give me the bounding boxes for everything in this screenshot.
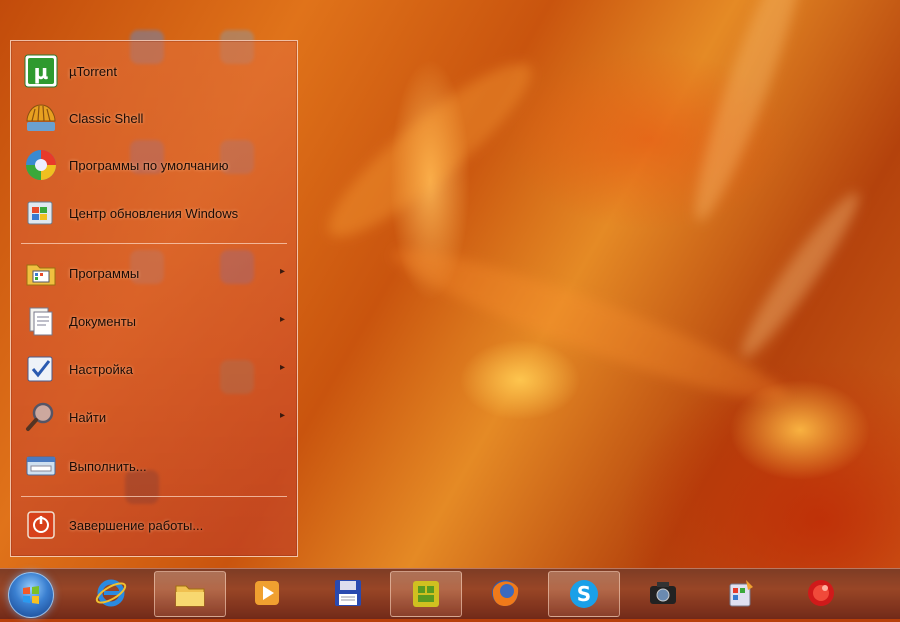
- menu-item-label: Программы: [69, 265, 140, 281]
- menu-item-label: Завершение работы...: [69, 517, 204, 533]
- start-menu: µ µTorrent Classic Shell Программы по ум…: [10, 40, 298, 557]
- menu-item-shutdown[interactable]: Завершение работы...: [13, 503, 295, 547]
- windows-orb-icon: [23, 586, 39, 604]
- red-app-icon: [808, 580, 834, 606]
- menu-separator: [21, 496, 287, 497]
- taskbar: S: [0, 568, 900, 619]
- taskbar-button-red-app[interactable]: [786, 571, 856, 615]
- taskbar-button-firefox[interactable]: [470, 571, 540, 615]
- taskbar-button-internet-explorer[interactable]: [76, 571, 146, 615]
- utorrent-icon: µ: [23, 53, 59, 89]
- menu-separator: [21, 243, 287, 244]
- menu-item-label: Центр обновления Windows: [69, 205, 239, 221]
- menu-item-classic-shell[interactable]: Classic Shell: [13, 96, 295, 140]
- taskbar-button-yellow-app[interactable]: [390, 571, 462, 617]
- programs-folder-icon: [23, 255, 59, 291]
- submenu-arrow-icon: ▸: [279, 410, 285, 421]
- menu-item-run[interactable]: Выполнить...: [13, 444, 295, 488]
- search-magnifier-icon: [23, 399, 59, 435]
- floppy-disk-icon: [335, 580, 361, 606]
- camera-icon: [650, 582, 676, 604]
- paint-icon: [729, 580, 753, 607]
- menu-item-settings[interactable]: Настройка ▸: [13, 347, 295, 391]
- firefox-icon: [492, 580, 519, 606]
- menu-item-label: Программы по умолчанию: [69, 157, 229, 173]
- submenu-arrow-icon: ▸: [279, 362, 285, 373]
- taskbar-button-paint-app[interactable]: [706, 571, 776, 615]
- taskbar-button-media-player[interactable]: [232, 571, 302, 615]
- yellow-app-icon: [413, 581, 439, 607]
- menu-item-windows-update[interactable]: Центр обновления Windows: [13, 191, 295, 235]
- internet-explorer-icon: [95, 579, 127, 607]
- menu-item-label: Выполнить...: [69, 458, 147, 474]
- menu-item-utorrent[interactable]: µ µTorrent: [13, 49, 295, 93]
- menu-item-programs[interactable]: Программы ▸: [13, 251, 295, 295]
- menu-item-label: Настройка: [69, 361, 133, 377]
- run-icon: [23, 448, 59, 484]
- taskbar-button-skype[interactable]: S: [548, 571, 620, 617]
- menu-item-label: Документы: [69, 313, 137, 329]
- windows-update-icon: [23, 195, 59, 231]
- default-programs-icon: [23, 147, 59, 183]
- settings-icon: [23, 351, 59, 387]
- skype-icon: S: [570, 580, 598, 608]
- svg-text:µ: µ: [34, 60, 49, 84]
- power-icon: [23, 507, 59, 543]
- menu-item-search[interactable]: Найти ▸: [13, 395, 295, 439]
- media-player-icon: [255, 581, 279, 605]
- menu-item-documents[interactable]: Документы ▸: [13, 299, 295, 343]
- menu-item-label: µTorrent: [69, 63, 117, 79]
- taskbar-button-save-app[interactable]: [313, 571, 383, 615]
- svg-text:S: S: [577, 582, 591, 606]
- menu-item-default-programs[interactable]: Программы по умолчанию: [13, 143, 295, 187]
- documents-icon: [23, 303, 59, 339]
- taskbar-button-file-explorer[interactable]: [154, 571, 226, 617]
- start-button[interactable]: [8, 572, 54, 618]
- submenu-arrow-icon: ▸: [279, 266, 285, 277]
- classic-shell-icon: [23, 100, 59, 136]
- taskbar-button-camera-app[interactable]: [628, 571, 698, 615]
- menu-item-label: Найти: [69, 409, 107, 425]
- folder-icon: [175, 585, 205, 607]
- menu-item-label: Classic Shell: [69, 110, 144, 126]
- submenu-arrow-icon: ▸: [279, 314, 285, 325]
